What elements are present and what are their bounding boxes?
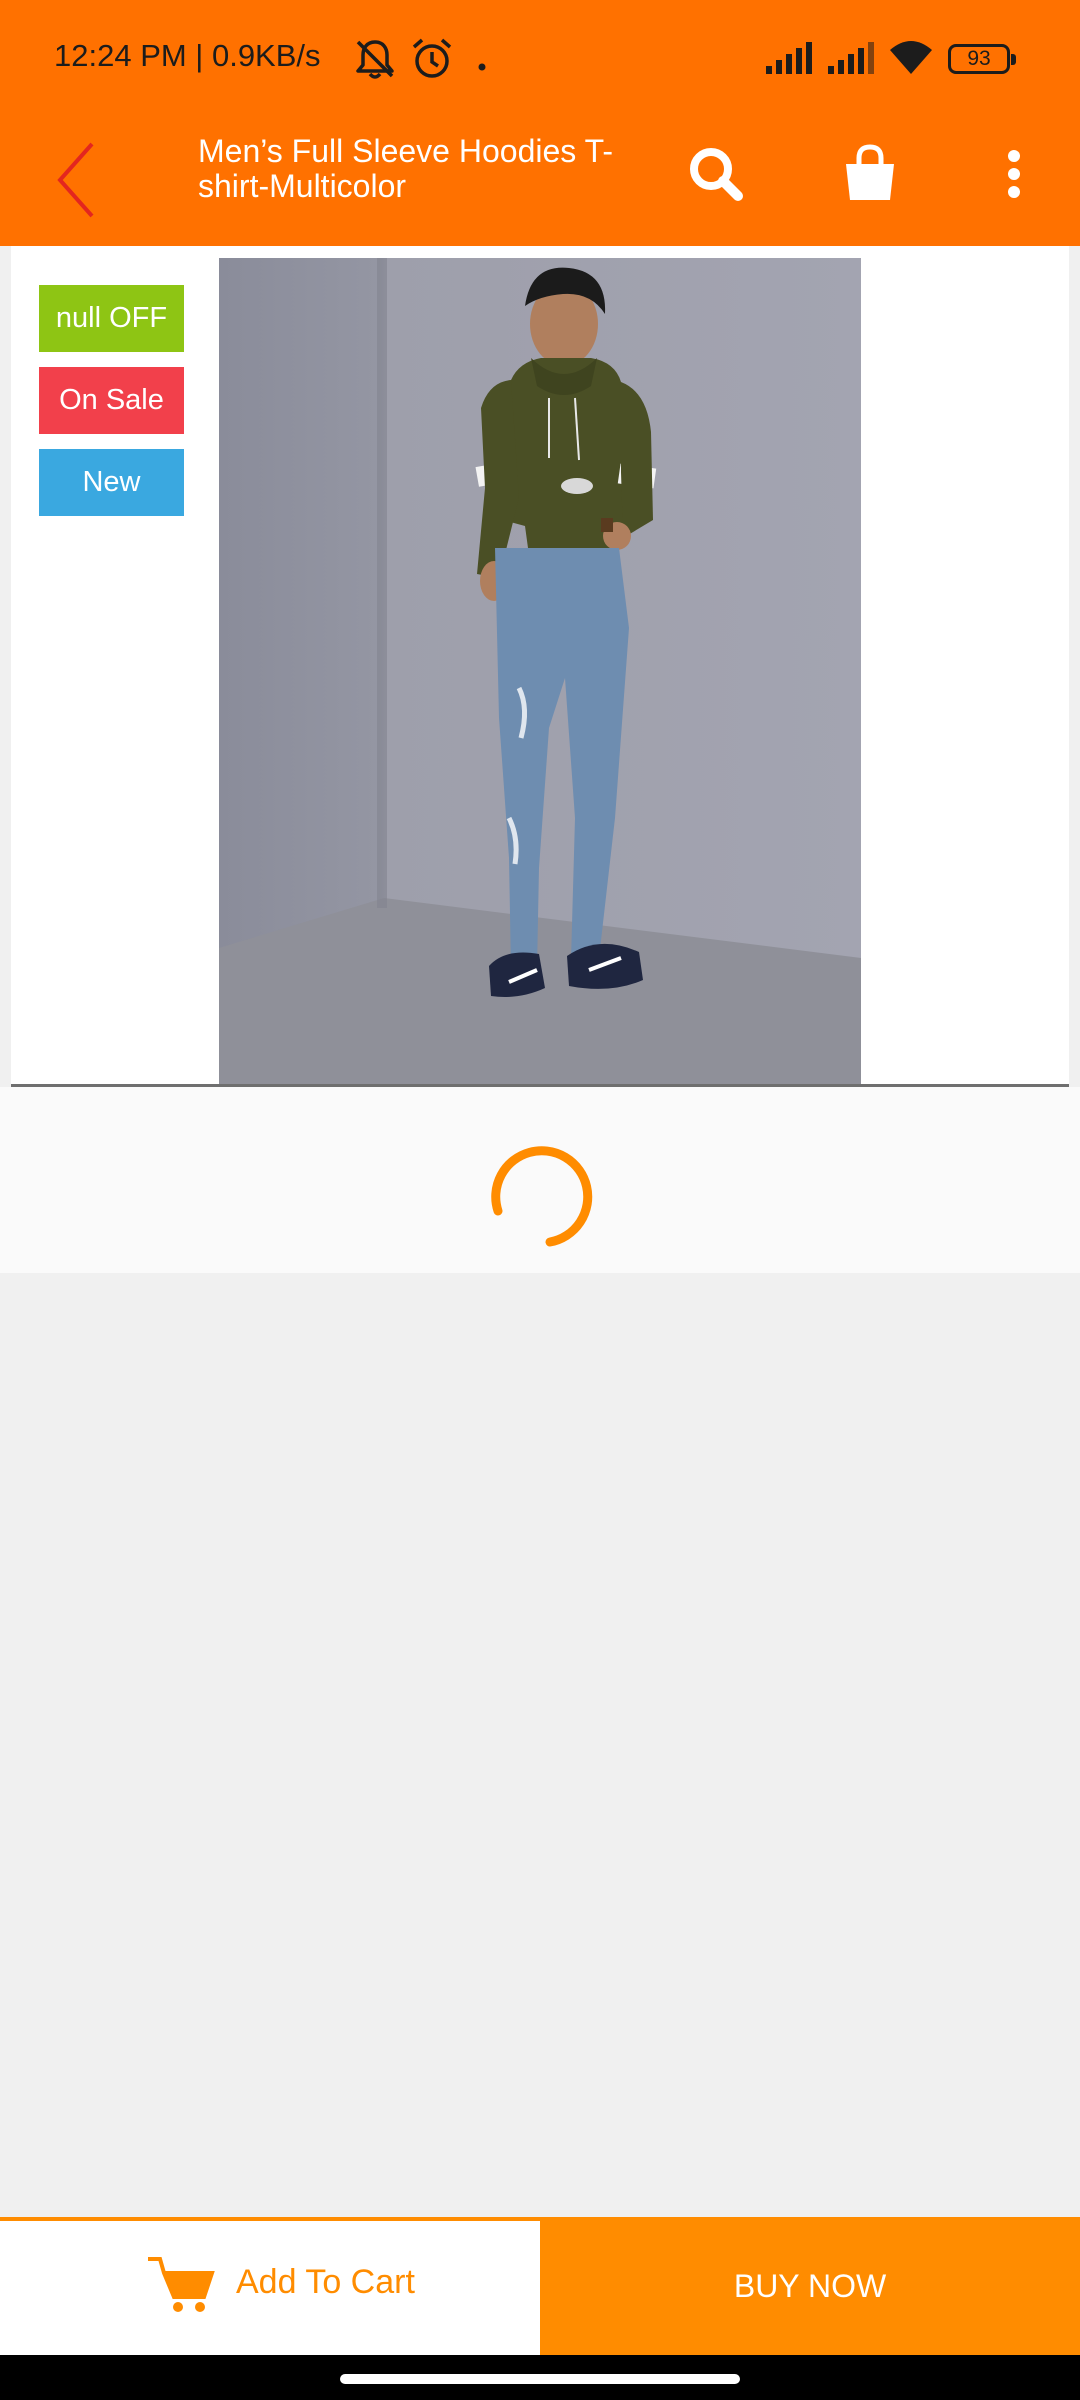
alarm-icon bbox=[410, 36, 454, 86]
loading-spinner-icon bbox=[484, 1141, 596, 1257]
add-to-cart-button[interactable]: Add To Cart bbox=[0, 2221, 540, 2355]
more-options-button[interactable] bbox=[974, 134, 1054, 214]
product-image-area[interactable]: null OFF On Sale New bbox=[11, 246, 1069, 1087]
signal-icon bbox=[764, 40, 816, 80]
back-arrow-icon bbox=[40, 142, 120, 230]
cart-icon bbox=[146, 2253, 216, 2321]
more-vert-icon bbox=[974, 150, 1054, 218]
on-sale-badge: On Sale bbox=[39, 367, 184, 434]
dot-icon bbox=[478, 56, 486, 75]
mute-icon bbox=[352, 36, 398, 86]
page-title: Men’s Full Sleeve Hoodies T-shirt-Multic… bbox=[198, 133, 614, 204]
back-button[interactable] bbox=[40, 130, 120, 226]
new-badge: New bbox=[39, 449, 184, 516]
cart-button[interactable] bbox=[830, 134, 910, 214]
status-bar: 12:24 PM | 0.9KB/s 93 bbox=[0, 0, 1080, 120]
home-indicator[interactable] bbox=[340, 2374, 740, 2384]
search-icon bbox=[676, 148, 756, 218]
product-photo[interactable] bbox=[219, 258, 861, 1084]
app-bar: Men’s Full Sleeve Hoodies T-shirt-Multic… bbox=[0, 120, 1080, 246]
shopping-bag-icon bbox=[830, 144, 910, 218]
system-nav-bar bbox=[0, 2355, 1080, 2400]
buy-now-button[interactable]: BUY NOW bbox=[540, 2217, 1080, 2355]
signal-icon bbox=[826, 40, 878, 80]
search-button[interactable] bbox=[676, 134, 756, 214]
wifi-icon bbox=[886, 38, 936, 82]
bottom-action-bar: Add To Cart BUY NOW bbox=[0, 2217, 1080, 2355]
discount-badge: null OFF bbox=[39, 285, 184, 352]
add-to-cart-label: Add To Cart bbox=[236, 2263, 415, 2301]
status-time: 12:24 PM | 0.9KB/s bbox=[54, 38, 321, 73]
header: 12:24 PM | 0.9KB/s 93 Men’s Full Sleeve … bbox=[0, 0, 1080, 246]
loading-section bbox=[0, 1087, 1080, 1273]
battery-icon: 93 bbox=[948, 44, 1016, 74]
